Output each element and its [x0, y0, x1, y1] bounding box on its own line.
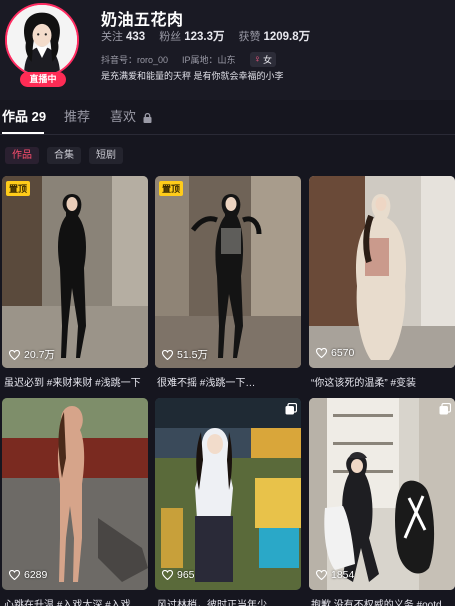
female-icon: ♀ [253, 54, 262, 65]
video-caption[interactable]: 抱歉 没有不权威的义务 #ootd… [311, 596, 455, 606]
avatar[interactable] [5, 3, 79, 77]
video-thumbnail[interactable] [2, 176, 148, 368]
like-count: 1854 [316, 569, 354, 581]
profile-tabs: 作品 29 推荐 喜欢 [0, 106, 455, 134]
video-caption[interactable]: “你这该死的温柔” #变装 [311, 374, 455, 389]
video-caption[interactable]: 风过林梢，彼时正当年少 [157, 596, 303, 606]
like-count: 965 [162, 569, 195, 581]
profile-stats: 关注 433 粉丝 123.3万 获赞 1209.8万 [101, 28, 310, 44]
content-filters: 作品 合集 短剧 [5, 147, 123, 164]
tab-recommend[interactable]: 推荐 [62, 106, 90, 130]
video-thumbnail[interactable] [155, 398, 301, 590]
video-caption[interactable]: 虽迟必到 #来财来财 #浅跳一下 [4, 374, 150, 389]
heart-icon [162, 349, 173, 360]
pinned-badge: 置顶 [6, 181, 31, 196]
like-count: 6289 [9, 569, 47, 581]
live-badge[interactable]: 直播中 [20, 72, 66, 87]
heart-icon [162, 570, 173, 580]
profile-header: 直播中 奶油五花肉 关注 433 粉丝 123.3万 获赞 1209.8万 抖音号：r… [0, 0, 455, 100]
like-count: 6570 [316, 347, 354, 359]
ip-location: IP属地：山东 [182, 55, 236, 65]
like-count: 51.5万 [162, 347, 208, 362]
profile-name: 奶油五花肉 [101, 12, 184, 29]
video-caption[interactable]: 很难不摇 #浅跳一下… [157, 374, 303, 389]
gender-badge: ♀ 女 [249, 52, 277, 67]
video-caption[interactable]: 心跳在升温 #入戏太深 #入戏… [4, 596, 150, 606]
tab-likes[interactable]: 喜欢 [108, 106, 152, 130]
multi-image-icon [439, 403, 451, 415]
douyin-id: 抖音号：roro_00 [101, 55, 169, 65]
stat-following[interactable]: 关注 433 [101, 28, 145, 44]
filter-short-drama[interactable]: 短剧 [89, 147, 123, 164]
multi-image-icon [285, 403, 297, 415]
stat-followers[interactable]: 粉丝 123.3万 [159, 28, 224, 44]
video-thumbnail[interactable] [309, 398, 455, 590]
filter-works[interactable]: 作品 [5, 147, 39, 164]
pinned-badge: 置顶 [159, 181, 184, 196]
video-thumbnail[interactable] [309, 176, 455, 368]
like-count: 20.7万 [9, 347, 55, 362]
filter-collections[interactable]: 合集 [47, 147, 81, 164]
profile-bio: 是充满爱和能量的天秤 是有你就会幸福的小李 [101, 71, 284, 81]
profile-meta: 抖音号：roro_00 IP属地：山东 ♀ 女 [101, 52, 277, 67]
video-thumbnail[interactable] [155, 176, 301, 368]
tab-divider [0, 134, 455, 135]
tab-works[interactable]: 作品 29 [0, 106, 46, 134]
heart-icon [316, 348, 327, 358]
heart-icon [9, 349, 20, 360]
video-thumbnail[interactable] [2, 398, 148, 590]
heart-icon [316, 570, 327, 580]
stat-likes[interactable]: 获赞 1209.8万 [238, 28, 310, 44]
heart-icon [9, 570, 20, 580]
lock-icon [143, 112, 152, 123]
